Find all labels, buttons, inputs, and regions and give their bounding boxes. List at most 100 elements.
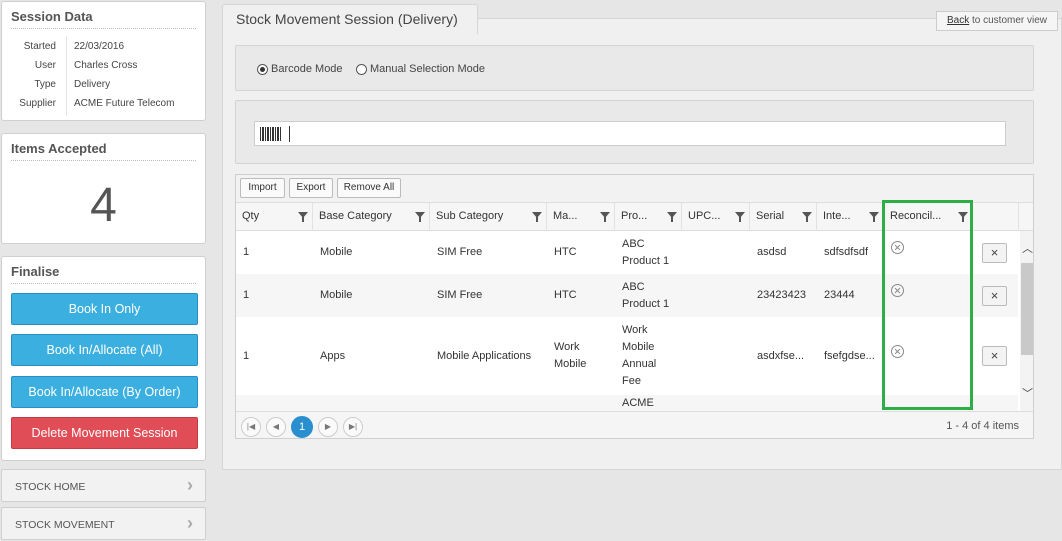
column-label: UPC... — [688, 210, 721, 222]
field-value: Charles Cross — [74, 60, 138, 71]
field-key: Started — [23, 41, 56, 52]
delete-row-button[interactable]: × — [982, 243, 1007, 263]
nav-stock-movement[interactable]: STOCK MOVEMENT › — [1, 507, 206, 540]
nav-label: STOCK HOME — [15, 481, 86, 493]
kv-divider — [66, 36, 67, 116]
column-serial[interactable]: Serial — [750, 203, 817, 231]
filter-icon[interactable] — [415, 212, 425, 222]
delete-movement-session-button[interactable]: Delete Movement Session — [11, 417, 198, 449]
column-internal[interactable]: Inte... — [817, 203, 884, 231]
column-make[interactable]: Ma... — [547, 203, 615, 231]
back-to-customer-view[interactable]: Back to customer view — [936, 11, 1058, 31]
cell-product: ABC Product 1 — [622, 280, 670, 310]
pager-info: 1 - 4 of 4 items — [946, 420, 1019, 432]
scroll-up-icon[interactable]: ︿ — [1022, 240, 1033, 256]
text-caret — [289, 126, 290, 142]
cell-qty: 1 — [243, 289, 250, 301]
cell-base-category: Mobile — [320, 289, 353, 301]
delete-row-button[interactable]: × — [982, 346, 1007, 366]
cell-product: Work Mobile Annual Fee — [622, 324, 657, 387]
nav-label: STOCK MOVEMENT — [15, 519, 115, 531]
column-label: Pro... — [621, 210, 648, 222]
barcode-input[interactable] — [254, 121, 1006, 146]
first-page-icon[interactable]: |◀ — [241, 417, 261, 437]
current-page-button[interactable]: 1 — [291, 416, 313, 438]
barcode-mode-radio[interactable]: Barcode Mode — [257, 63, 343, 75]
column-label: Base Category — [319, 210, 392, 222]
cell-make: HTC — [554, 246, 577, 258]
scrollbar-thumb[interactable] — [1021, 263, 1033, 355]
cell-upc — [682, 231, 750, 274]
column-label: Sub Category — [436, 210, 504, 222]
export-button[interactable]: Export — [289, 178, 333, 198]
column-upc[interactable]: UPC... — [682, 203, 750, 231]
finalise-title: Finalise — [11, 264, 196, 284]
column-product[interactable]: Pro... — [615, 203, 682, 231]
items-accepted-title: Items Accepted — [11, 141, 196, 161]
last-page-icon[interactable]: ▶| — [343, 417, 363, 437]
filter-icon[interactable] — [298, 212, 308, 222]
field-key: Supplier — [19, 98, 56, 109]
finalise-panel: Finalise Book In Only Book In/Allocate (… — [1, 256, 206, 461]
book-in-allocate-all-button[interactable]: Book In/Allocate (All) — [11, 334, 198, 366]
book-in-only-button[interactable]: Book In Only — [11, 293, 198, 325]
filter-icon[interactable] — [802, 212, 812, 222]
cell-sub-category: Mobile Applications — [437, 349, 532, 362]
prev-page-icon[interactable]: ◀ — [266, 417, 286, 437]
session-data-panel: Session Data Started 22/03/2016 User Cha… — [1, 1, 206, 121]
cell-base-category: Mobile — [320, 246, 353, 258]
field-value: Delivery — [74, 79, 111, 90]
grid-pager: |◀ ◀ 1 ▶ ▶| 1 - 4 of 4 items — [236, 411, 1033, 438]
cell-qty: 1 — [243, 349, 250, 362]
book-in-allocate-by-order-button[interactable]: Book In/Allocate (By Order) — [11, 376, 198, 408]
mode-selector: Barcode Mode Manual Selection Mode — [235, 45, 1034, 91]
radio-unselected-icon[interactable] — [356, 63, 367, 75]
cell-make: HTC — [554, 289, 577, 301]
cell-product: ABC Product 1 — [622, 237, 670, 267]
session-data-title: Session Data — [11, 9, 196, 29]
items-accepted-panel: Items Accepted 4 — [1, 133, 206, 244]
cell-upc — [682, 274, 750, 317]
import-button[interactable]: Import — [240, 178, 285, 198]
cell-internal: fsefgdse... — [824, 349, 875, 362]
nav-stock-home[interactable]: STOCK HOME › — [1, 469, 206, 502]
filter-icon[interactable] — [532, 212, 542, 222]
column-qty[interactable]: Qty — [236, 203, 313, 231]
back-suffix: to customer view — [969, 15, 1048, 26]
back-link[interactable]: Back — [947, 15, 969, 26]
next-page-icon[interactable]: ▶ — [318, 417, 338, 437]
filter-icon[interactable] — [667, 212, 677, 222]
filter-icon[interactable] — [735, 212, 745, 222]
cell-internal: 23444 — [824, 289, 855, 301]
column-sub-category[interactable]: Sub Category — [430, 203, 547, 231]
grid-scrollbar[interactable]: ︿ ﹀ — [1020, 231, 1033, 411]
cell-serial: asdsd — [757, 246, 787, 258]
scroll-down-icon[interactable]: ﹀ — [1022, 385, 1033, 401]
column-label: Qty — [242, 210, 260, 222]
barcode-icon — [260, 127, 281, 141]
filter-icon[interactable] — [869, 212, 879, 222]
column-label: Serial — [756, 210, 785, 222]
grid-toolbar: Import Export Remove All — [236, 175, 1033, 203]
cell-internal: sdfsdfsdf — [824, 246, 869, 258]
radio-selected-icon[interactable] — [257, 63, 268, 75]
cell-qty: 1 — [243, 246, 250, 258]
manual-selection-mode-radio[interactable]: Manual Selection Mode — [356, 63, 485, 75]
cell-product: ACME — [622, 397, 654, 409]
column-label: Inte... — [823, 210, 851, 222]
radio-label: Manual Selection Mode — [370, 63, 485, 75]
barcode-entry-box — [235, 100, 1034, 164]
filter-icon[interactable] — [600, 212, 610, 222]
cell-sub-category: SIM Free — [437, 246, 483, 258]
cell-make: Work Mobile — [554, 341, 587, 370]
cell-upc — [682, 317, 750, 395]
reconciled-column-highlight — [882, 200, 973, 410]
delete-row-button[interactable]: × — [982, 286, 1007, 306]
remove-all-button[interactable]: Remove All — [337, 178, 401, 198]
field-value: 22/03/2016 — [74, 41, 125, 52]
column-actions — [973, 203, 1019, 231]
radio-label: Barcode Mode — [271, 63, 343, 75]
cell-base-category: Apps — [320, 349, 346, 362]
column-base-category[interactable]: Base Category — [313, 203, 430, 231]
chevron-right-icon: › — [187, 475, 193, 495]
